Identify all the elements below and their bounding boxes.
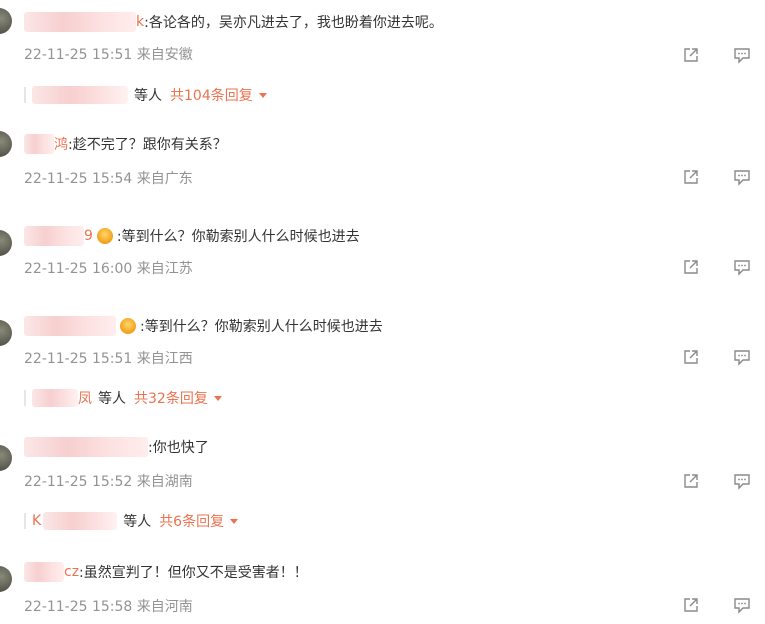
comment-icon[interactable] xyxy=(733,168,751,186)
reply-divider xyxy=(24,390,26,406)
comment-icon[interactable] xyxy=(733,258,751,276)
share-icon[interactable] xyxy=(682,472,700,490)
comment-text: :等到什么？你勒索别人什么时候也进去 xyxy=(140,319,383,335)
reply-deng: 等人 xyxy=(134,88,162,104)
comment-icon[interactable] xyxy=(733,46,751,64)
reply-names-blurred xyxy=(43,512,118,530)
username-blurred[interactable] xyxy=(24,562,64,582)
comment-text: :各论各的，吴亦凡进去了，我也盼着你进去呢。 xyxy=(144,15,443,31)
reply-deng: 等人 xyxy=(123,514,152,530)
share-icon[interactable] xyxy=(682,46,700,64)
chevron-down-icon[interactable] xyxy=(258,92,267,98)
avatar[interactable] xyxy=(0,131,12,157)
reply-summary[interactable]: 等人 共104条回复 xyxy=(24,84,267,106)
reply-names-blurred xyxy=(32,86,128,104)
comment-meta: 22-11-25 15:51 来自江西 xyxy=(24,351,193,367)
username-blurred[interactable] xyxy=(24,12,136,32)
chevron-down-icon[interactable] xyxy=(230,518,239,524)
reply-name-tail: K xyxy=(32,513,42,529)
reply-count-link[interactable]: 共6条回复 xyxy=(159,511,224,531)
reply-summary[interactable]: K 等人 共6条回复 xyxy=(24,510,239,532)
share-icon[interactable] xyxy=(682,348,700,366)
reply-count-link[interactable]: 共104条回复 xyxy=(170,85,253,105)
comment-text: :你也快了 xyxy=(148,440,209,456)
comment-meta: 22-11-25 15:54 来自广东 xyxy=(24,171,193,187)
reply-summary[interactable]: 凤 等人 共32条回复 xyxy=(24,387,222,409)
share-icon[interactable] xyxy=(682,596,700,614)
username-blurred[interactable] xyxy=(24,316,116,336)
vip-badge-icon xyxy=(120,318,136,334)
username-tail[interactable]: k xyxy=(136,14,144,30)
username-blurred[interactable] xyxy=(24,226,84,246)
avatar[interactable] xyxy=(0,445,12,471)
comment-text: :趁不完了？跟你有关系？ xyxy=(68,137,227,153)
username-blurred[interactable] xyxy=(24,437,148,457)
avatar[interactable] xyxy=(0,320,12,346)
share-icon[interactable] xyxy=(682,258,700,276)
comment-text: :虽然宣判了！但你又不是受害者！！ xyxy=(79,565,308,581)
comment-icon[interactable] xyxy=(733,596,751,614)
comment-meta: 22-11-25 15:52 来自湖南 xyxy=(24,474,193,490)
vip-badge-icon xyxy=(96,228,113,244)
reply-divider xyxy=(24,87,26,103)
avatar[interactable] xyxy=(0,230,12,256)
chevron-down-icon[interactable] xyxy=(213,395,222,401)
avatar[interactable] xyxy=(0,566,12,592)
comment-meta: 22-11-25 16:00 来自江苏 xyxy=(24,261,193,277)
reply-count-link[interactable]: 共32条回复 xyxy=(134,388,208,408)
share-icon[interactable] xyxy=(682,168,700,186)
username-blurred[interactable] xyxy=(24,134,54,154)
reply-deng: 等人 xyxy=(98,391,126,407)
comment-meta: 22-11-25 15:58 来自河南 xyxy=(24,599,193,615)
comment-meta: 22-11-25 15:51 来自安徽 xyxy=(24,47,193,63)
username-tail[interactable]: cz xyxy=(64,564,79,580)
avatar[interactable] xyxy=(0,8,12,34)
comment-icon[interactable] xyxy=(733,472,751,490)
comment-text: :等到什么？你勒索别人什么时候也进去 xyxy=(116,229,360,245)
username-tail[interactable]: 9 xyxy=(84,228,93,244)
reply-names-blurred xyxy=(32,389,78,407)
reply-divider xyxy=(24,513,26,529)
comment-icon[interactable] xyxy=(733,348,751,366)
reply-name-tail: 凤 xyxy=(78,391,92,407)
username-tail[interactable]: 鸿 xyxy=(54,134,68,154)
